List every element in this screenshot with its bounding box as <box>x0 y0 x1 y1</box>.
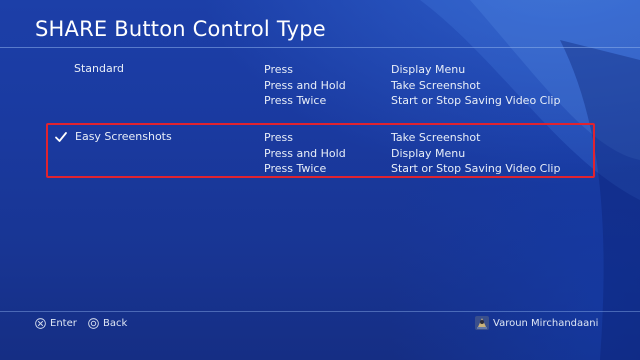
circle-button-icon <box>88 318 99 329</box>
action-label: Press Twice <box>264 162 327 175</box>
enter-hint[interactable]: Enter <box>35 318 77 329</box>
result-column: Display Menu Take Screenshot Start or St… <box>391 62 560 109</box>
back-label: Back <box>103 318 128 329</box>
result-label: Take Screenshot <box>391 78 481 92</box>
action-label: Press <box>264 131 293 144</box>
avatar-icon <box>475 316 489 330</box>
result-label: Display Menu <box>391 146 466 160</box>
result-label: Display Menu <box>391 63 466 76</box>
result-label: Start or Stop Saving Video Clip <box>391 94 561 107</box>
checkmark-icon <box>55 132 67 142</box>
page-title: SHARE Button Control Type <box>35 17 326 41</box>
background-swoosh <box>420 0 640 360</box>
result-label: Take Screenshot <box>391 131 481 144</box>
action-column: Press Press and Hold Press Twice <box>264 130 346 177</box>
action-label: Press <box>264 63 293 76</box>
result-column: Take Screenshot Display Menu Start or St… <box>391 130 560 177</box>
user-name: Varoun Mirchandaani <box>493 317 599 329</box>
cross-button-icon <box>35 318 46 329</box>
action-label: Press and Hold <box>264 146 346 160</box>
action-label: Press Twice <box>264 94 327 107</box>
option-name: Easy Screenshots <box>75 130 172 143</box>
header-divider <box>0 47 640 48</box>
enter-label: Enter <box>50 318 77 329</box>
back-hint[interactable]: Back <box>88 318 127 329</box>
action-column: Press Press and Hold Press Twice <box>264 62 346 109</box>
option-easy-screenshots[interactable]: Easy Screenshots Press Press and Hold Pr… <box>46 123 595 178</box>
option-standard[interactable]: Standard Press Press and Hold Press Twic… <box>46 59 595 114</box>
result-label: Start or Stop Saving Video Clip <box>391 162 561 175</box>
action-label: Press and Hold <box>264 78 346 92</box>
user-profile: Varoun Mirchandaani <box>475 316 598 330</box>
option-name: Standard <box>74 62 125 75</box>
footer-divider <box>0 311 640 312</box>
